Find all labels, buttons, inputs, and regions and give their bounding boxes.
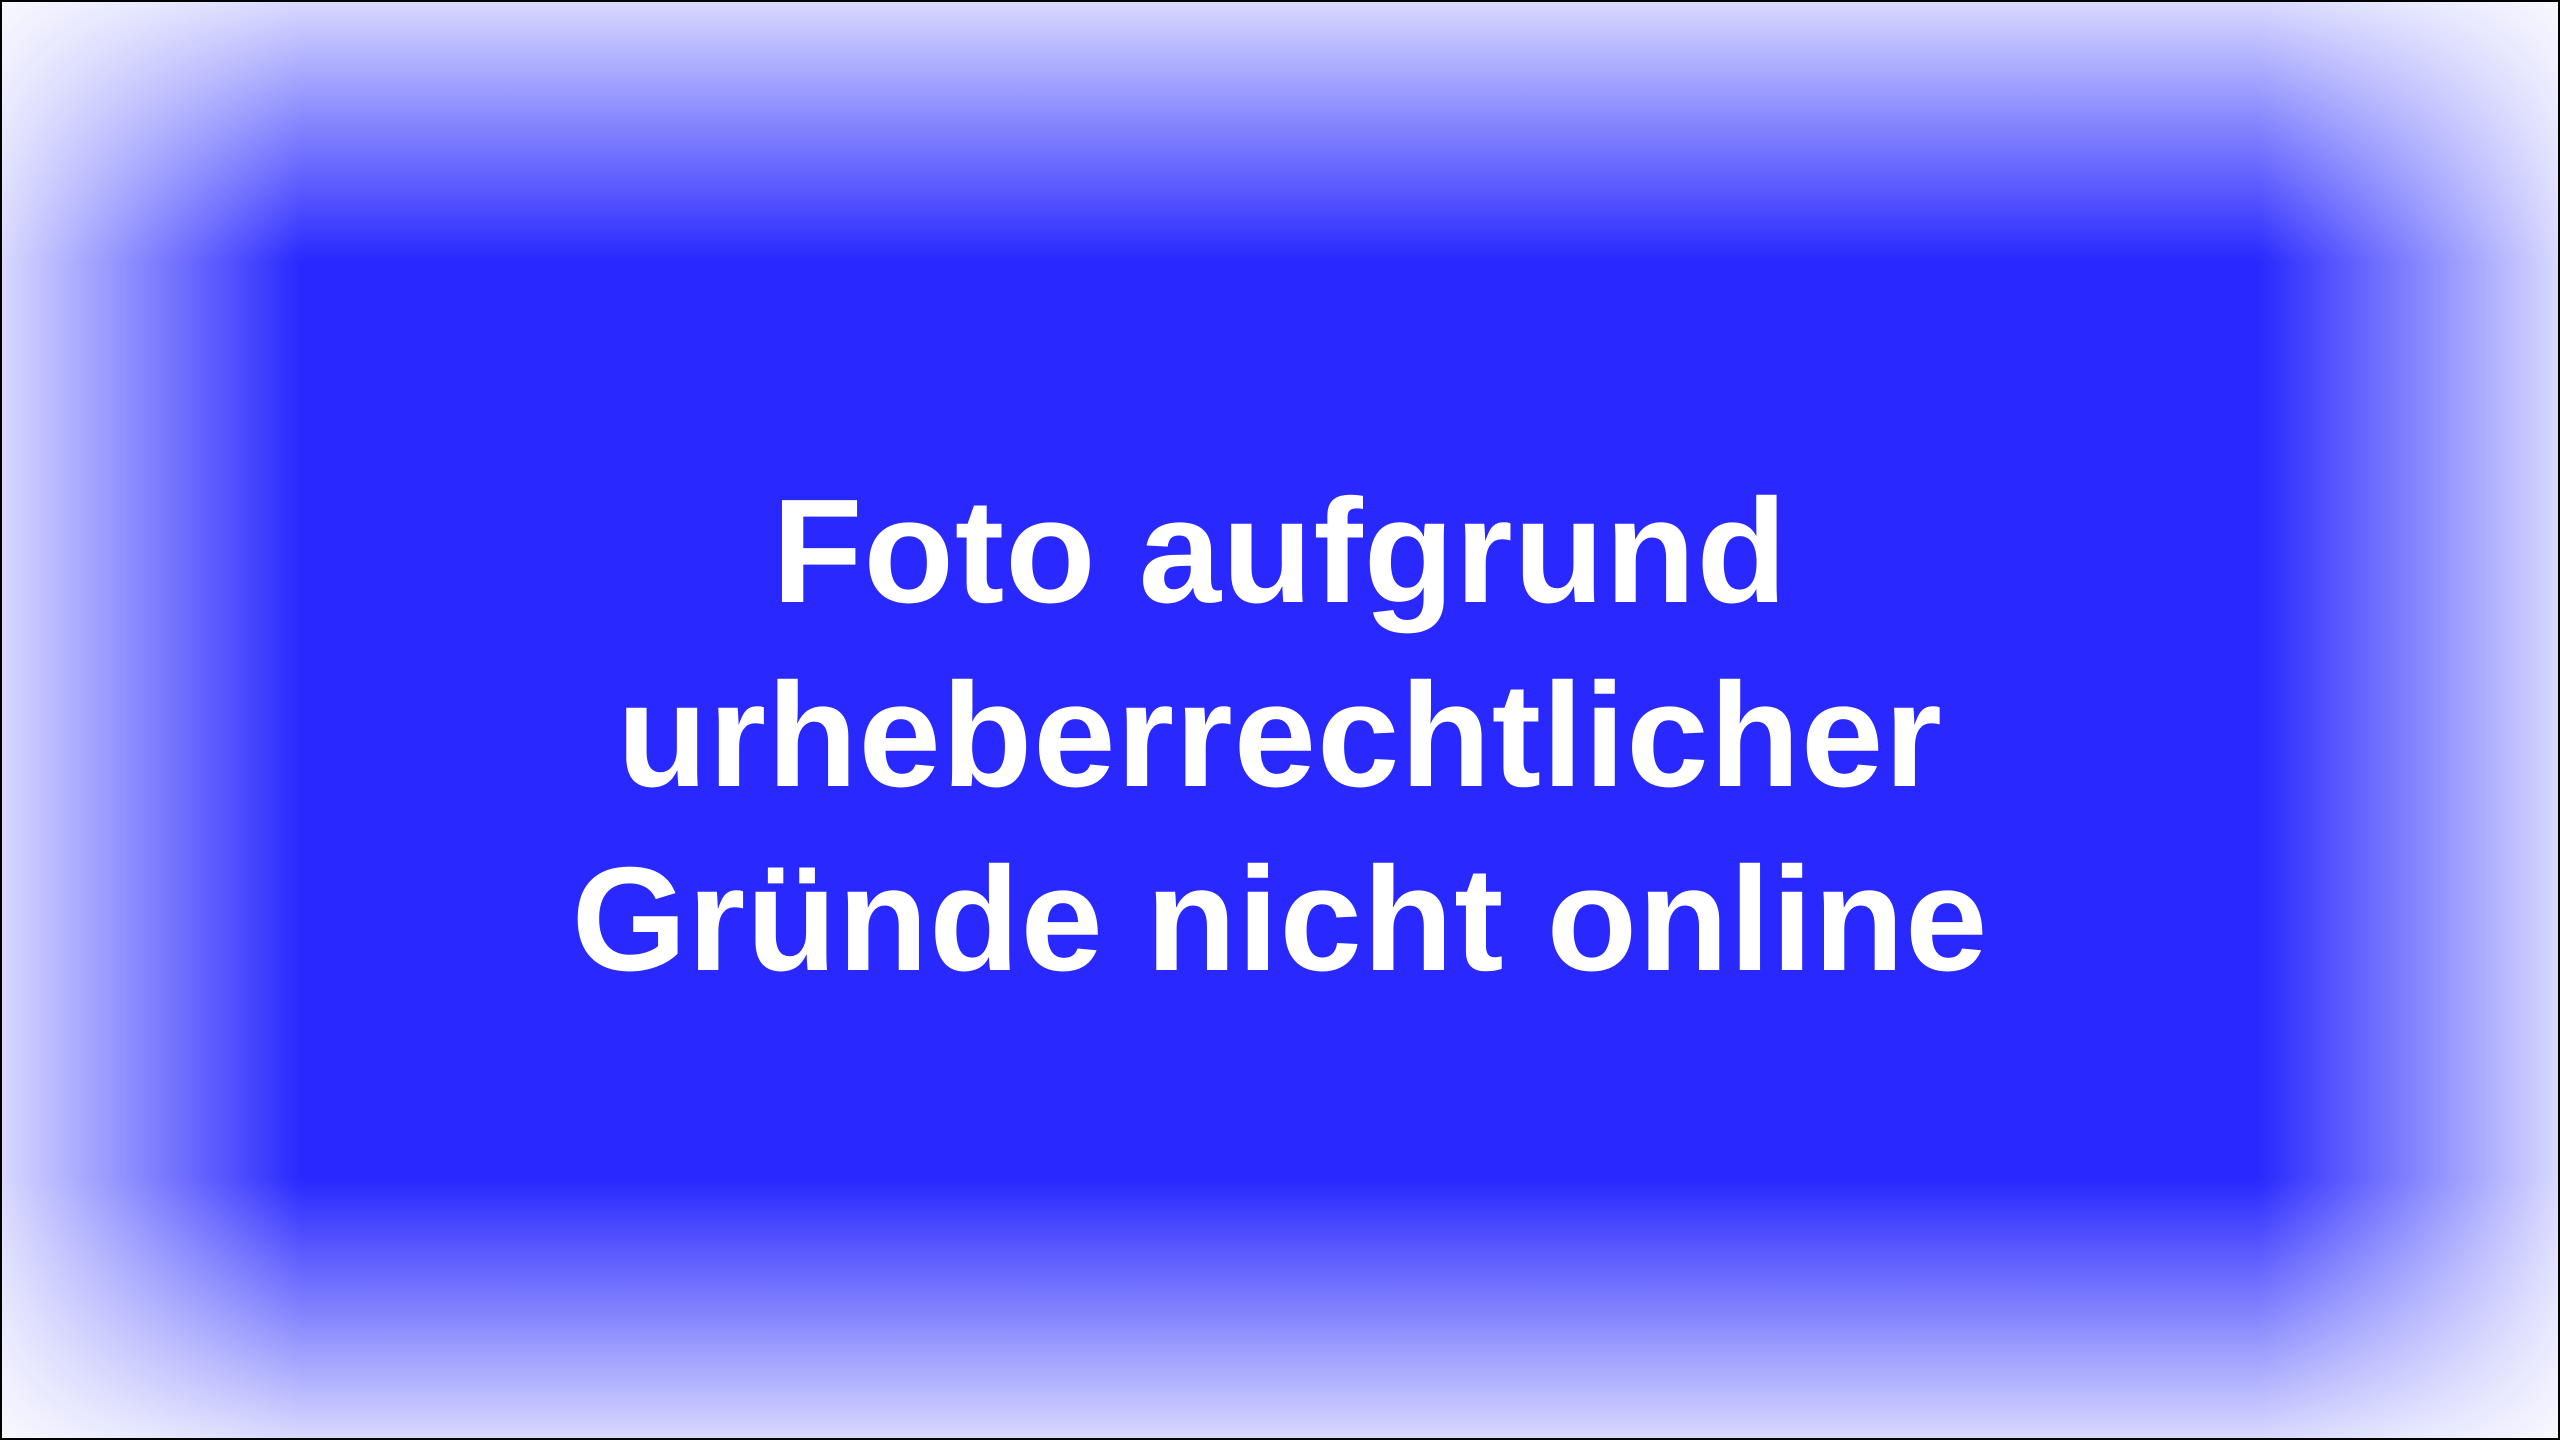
message-line-3: Gründe nicht online xyxy=(571,837,1989,1002)
vignette-bottom xyxy=(2,1178,2558,1438)
message-line-1: Foto aufgrund xyxy=(772,469,1788,634)
copyright-placeholder-image: Foto aufgrund urheberrechtlicher Gründe … xyxy=(0,0,2560,1440)
vignette-top xyxy=(2,2,2558,262)
placeholder-message: Foto aufgrund urheberrechtlicher Gründe … xyxy=(2,460,2558,1012)
message-line-2: urheberrechtlicher xyxy=(617,653,1943,818)
